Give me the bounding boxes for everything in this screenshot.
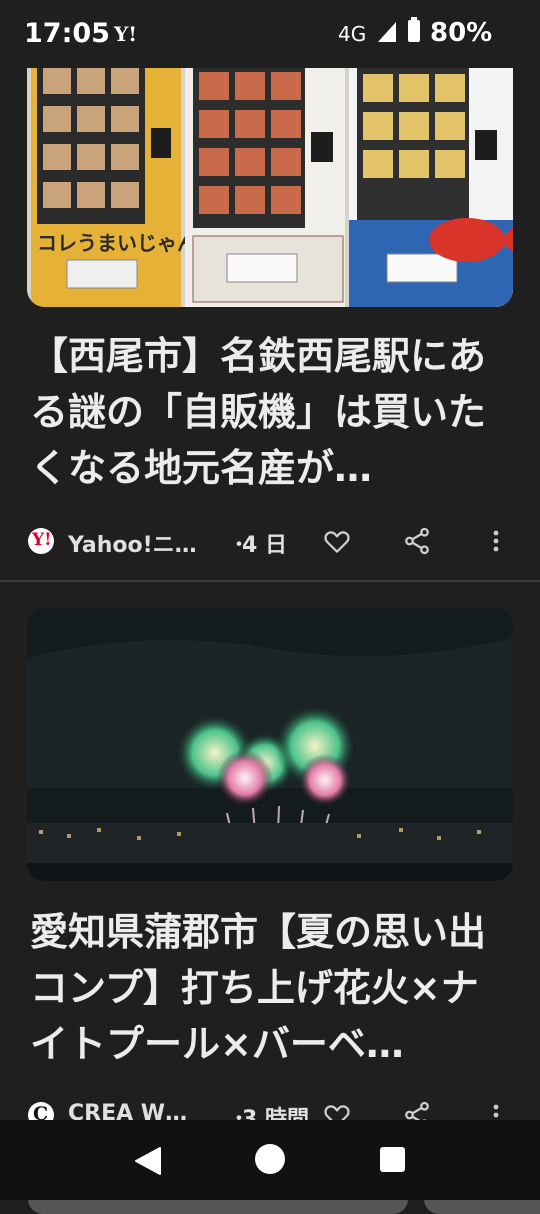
article-title[interactable]: 愛知県蒲郡市【夏の思い出コンプ】打ち上げ花火×ナイトプール×バーベ… <box>30 904 516 1072</box>
system-navigation-bar <box>0 1120 540 1200</box>
yahoo-notification-icon: Y! <box>114 22 138 46</box>
battery-icon <box>408 17 420 42</box>
vending-machines-photo: コレうまいじゃん <box>27 32 513 307</box>
article-image-vending-machines[interactable]: コレうまいじゃん <box>27 32 513 307</box>
article-image-fireworks[interactable] <box>27 608 513 881</box>
share-icon <box>405 527 429 555</box>
source-name[interactable]: Yahoo!ニ… <box>68 527 197 559</box>
signal-icon <box>378 22 396 42</box>
yahoo-news-logo: Y! <box>28 528 54 554</box>
publish-time: 4 日 <box>242 533 287 558</box>
more-options-button[interactable] <box>484 526 508 556</box>
image-caption-text: コレうまいじゃん <box>37 231 197 255</box>
battery-percentage: 80% <box>430 18 493 48</box>
recents-button[interactable] <box>380 1147 405 1172</box>
home-button[interactable] <box>255 1144 285 1174</box>
like-button[interactable] <box>322 526 352 556</box>
article-meta-row: Y! Yahoo!ニ… ・ 4 日 <box>28 520 514 560</box>
more-vert-icon <box>493 530 499 552</box>
back-button[interactable] <box>132 1144 166 1178</box>
heart-outline-icon <box>324 531 350 553</box>
network-type: 4G <box>338 22 367 46</box>
share-button[interactable] <box>402 526 432 556</box>
card-divider <box>0 580 540 582</box>
status-time: 17:05 <box>24 18 110 49</box>
status-bar: 17:05 Y! 4G 80% <box>0 0 540 68</box>
article-title[interactable]: 【西尾市】名鉄西尾駅にある謎の「自販機」は買いたくなる地元名産が… <box>30 328 516 496</box>
fireworks-photo <box>27 608 513 881</box>
triangle-back-icon <box>135 1147 161 1175</box>
